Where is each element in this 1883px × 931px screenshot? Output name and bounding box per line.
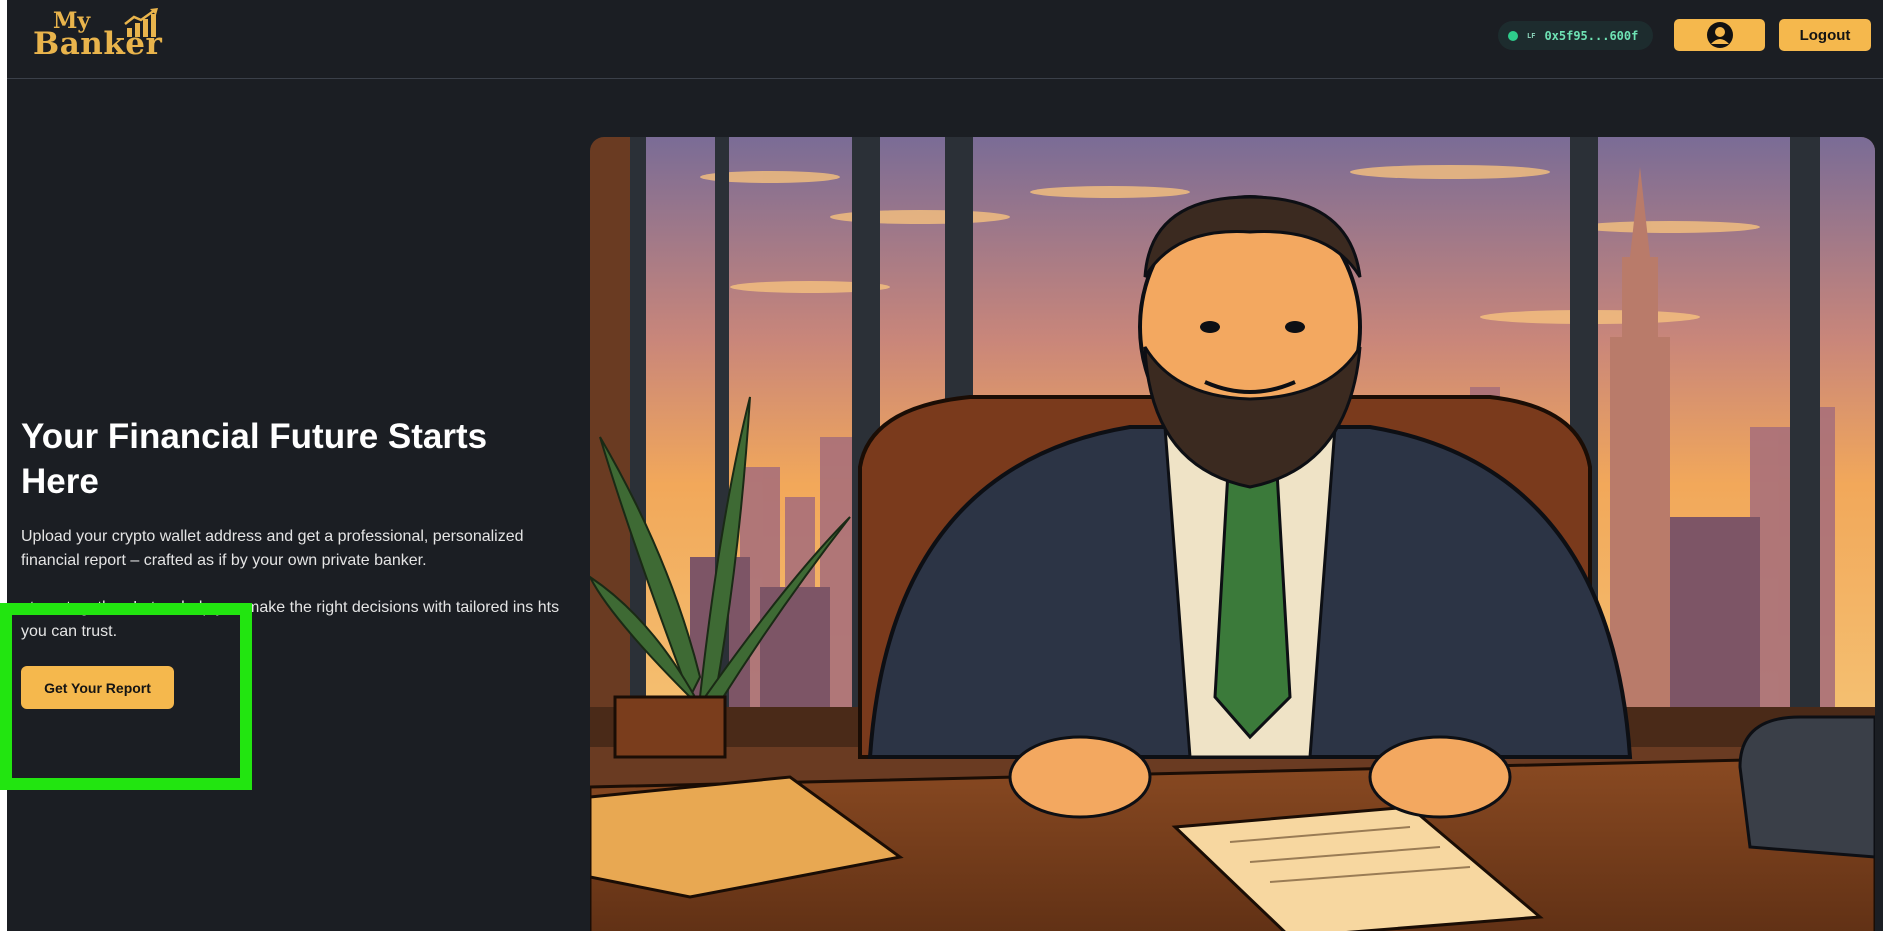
annotation-highlight-box: [0, 603, 252, 790]
hero-description-1: Upload your crypto wallet address and ge…: [21, 528, 524, 569]
wallet-network-label: LF: [1527, 31, 1536, 40]
banker-illustration-art: [590, 137, 1875, 931]
chart-growth-icon: [124, 8, 158, 37]
profile-button[interactable]: [1674, 19, 1765, 51]
banker-illustration: [590, 137, 1875, 931]
user-avatar-icon: [1706, 22, 1733, 48]
wallet-address: 0x5f95...600f: [1544, 28, 1639, 43]
hero-title: Your Financial Future Starts Here: [21, 417, 488, 501]
app-window: My Banker LF 0x5f95...600f Logout Your F…: [7, 0, 1883, 931]
top-navbar: My Banker LF 0x5f95...600f Logout: [7, 0, 1883, 79]
mybanker-logo[interactable]: My Banker: [25, 6, 165, 62]
wallet-address-badge[interactable]: LF 0x5f95...600f: [1498, 21, 1653, 50]
logout-button[interactable]: Logout: [1779, 19, 1871, 51]
connection-status-dot: [1508, 30, 1518, 41]
